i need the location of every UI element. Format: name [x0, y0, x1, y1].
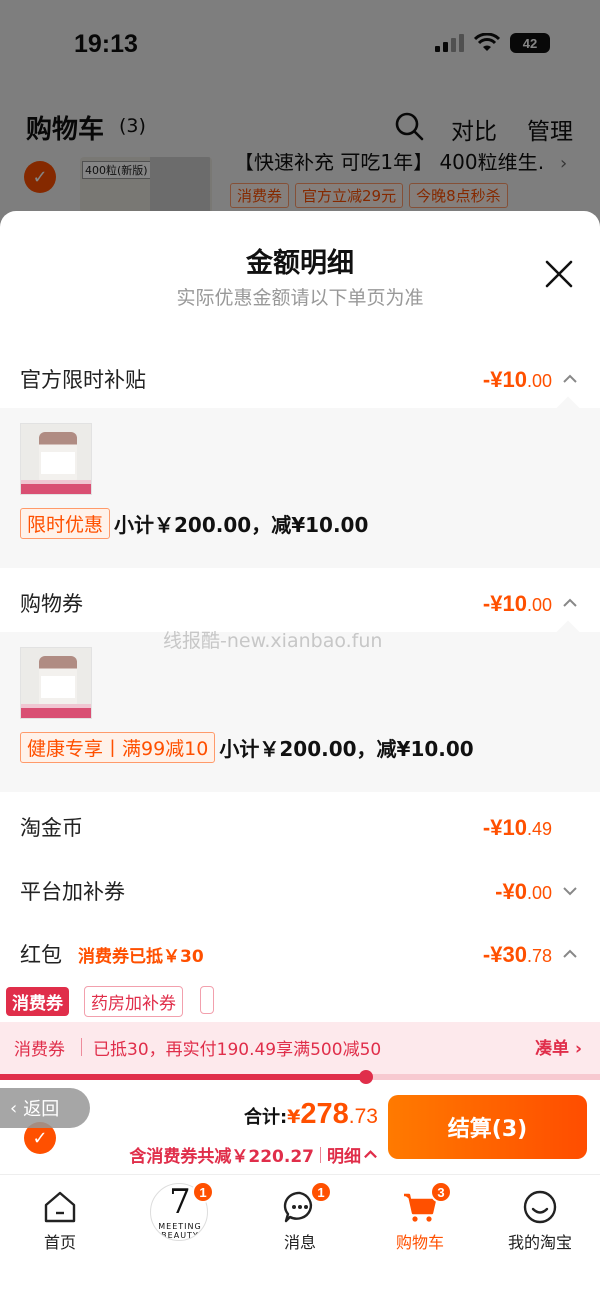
hongbao-label: 红包 — [20, 943, 62, 967]
subsidy-promo-line: 限时优惠 小计￥200.00，减¥10.00 — [20, 508, 368, 539]
platform-row[interactable]: 平台加补券 -¥0.00 — [0, 863, 600, 923]
total-line: 合计: ¥ 278 .73 — [244, 1098, 378, 1131]
cart-badge: 3 — [430, 1181, 452, 1203]
promo-tag: 限时优惠 — [20, 508, 111, 539]
subsidy-row[interactable]: 官方限时补贴 -¥10.00 — [0, 351, 600, 411]
subsidy-label: 官方限时补贴 — [20, 368, 146, 392]
tab-profile[interactable]: 我的淘宝 — [490, 1183, 590, 1253]
hongbao-note: 消费券已抵￥30 — [78, 947, 204, 967]
promo-badge: 1 — [192, 1181, 214, 1203]
profile-icon — [523, 1190, 557, 1224]
subsidy-amount: -¥10.00 — [482, 367, 552, 392]
chip-more[interactable] — [200, 986, 214, 1014]
subsidy-detail: 限时优惠 小计￥200.00，减¥10.00 — [0, 396, 600, 568]
progress-fill — [0, 1074, 366, 1080]
checkout-bar: ✓ ‹ 返回 合计: ¥ 278 .73 含消费券共减￥220.27 明细 结算… — [0, 1086, 600, 1176]
chevron-up-icon[interactable] — [363, 1147, 378, 1162]
hongbao-row[interactable]: 红包 消费券已抵￥30 -¥30.78 — [0, 926, 600, 986]
chevron-up-icon[interactable] — [562, 595, 578, 611]
coupon-amount: -¥10.00 — [482, 591, 552, 616]
chevron-up-icon[interactable] — [562, 371, 578, 387]
tab-bar: 首页 7 MEETING BEAUTY 1 1 消息 3 购物车 我的淘宝 — [0, 1174, 600, 1300]
subtotal-text: 小计￥200.00，减¥10.00 — [114, 513, 369, 537]
progress-knob — [359, 1070, 373, 1084]
saving-text: 含消费券共减￥220.27 — [129, 1147, 314, 1167]
tab-home[interactable]: 首页 — [10, 1183, 110, 1253]
watermark: 线报酷-new.xianbao.fun — [163, 630, 383, 652]
sheet-subtitle: 实际优惠金额请以下单页为准 — [176, 287, 424, 309]
chevron-left-icon: ‹ — [10, 1097, 18, 1119]
tab-cart[interactable]: 3 购物车 — [370, 1181, 470, 1253]
add-items-link[interactable]: 凑单 › — [535, 1034, 582, 1059]
tab-label: 我的淘宝 — [507, 1233, 572, 1252]
coupon-label: 购物券 — [20, 592, 83, 616]
sheet-title: 金额明细 — [246, 248, 354, 279]
coupon-detail: 健康专享丨满99减10 小计￥200.00，减¥10.00 — [0, 620, 600, 792]
total-decimal: .73 — [348, 1105, 378, 1128]
product-thumbnail[interactable] — [20, 647, 92, 719]
close-icon[interactable] — [544, 259, 574, 289]
message-badge: 1 — [310, 1181, 332, 1203]
tab-label: 首页 — [43, 1233, 76, 1252]
coupon-promo-line: 健康专享丨满99减10 小计￥200.00，减¥10.00 — [20, 732, 474, 763]
amount-detail-sheet: 金额明细 实际优惠金额请以下单页为准 官方限时补贴 -¥10.00 限时优惠 小… — [0, 211, 600, 1300]
detail-link[interactable]: 明细 — [327, 1142, 361, 1167]
checkout-button[interactable]: 结算(3) — [388, 1095, 587, 1159]
chip-consumer-coupon[interactable]: 消费券 — [6, 987, 69, 1016]
total-label: 合计: — [243, 1107, 288, 1128]
tab-label: 消息 — [283, 1233, 316, 1252]
total-amount: 278 — [300, 1098, 349, 1130]
banner-label: 消费券 — [14, 1040, 65, 1060]
coupon-chip-group: 消费券 药房加补券 — [0, 981, 600, 1021]
back-label: 返回 — [23, 1099, 60, 1120]
back-button[interactable]: ‹ 返回 — [0, 1088, 90, 1128]
hongbao-amount: -¥30.78 — [482, 942, 552, 967]
consumer-coupon-banner[interactable]: 消费券 已抵30，再实付190.49享满500减50 凑单 › — [0, 1022, 600, 1074]
platform-label: 平台加补券 — [20, 880, 125, 904]
platform-amount: -¥0.00 — [495, 879, 552, 904]
promo-text: MEETING BEAUTY — [158, 1222, 202, 1240]
total-currency: ¥ — [287, 1106, 301, 1128]
chevron-down-icon[interactable] — [562, 883, 578, 899]
tab-label: 购物车 — [395, 1233, 444, 1252]
promo-tag: 健康专享丨满99减10 — [20, 732, 216, 763]
coins-label: 淘金币 — [20, 816, 83, 840]
tab-messages[interactable]: 1 消息 — [250, 1181, 350, 1253]
subtotal-text: 小计￥200.00，减¥10.00 — [219, 737, 474, 761]
product-thumbnail[interactable] — [20, 423, 92, 495]
home-icon — [44, 1191, 76, 1223]
saving-line[interactable]: 含消费券共减￥220.27 明细 — [129, 1142, 378, 1167]
coins-amount: -¥10.49 — [482, 815, 552, 840]
chip-pharmacy-coupon[interactable]: 药房加补券 — [84, 986, 183, 1017]
coins-row: 淘金币 -¥10.49 — [0, 799, 600, 859]
coupon-progress — [0, 1070, 600, 1084]
banner-text: 已抵30，再实付190.49享满500减50 — [93, 1040, 382, 1060]
chevron-up-icon[interactable] — [562, 946, 578, 962]
